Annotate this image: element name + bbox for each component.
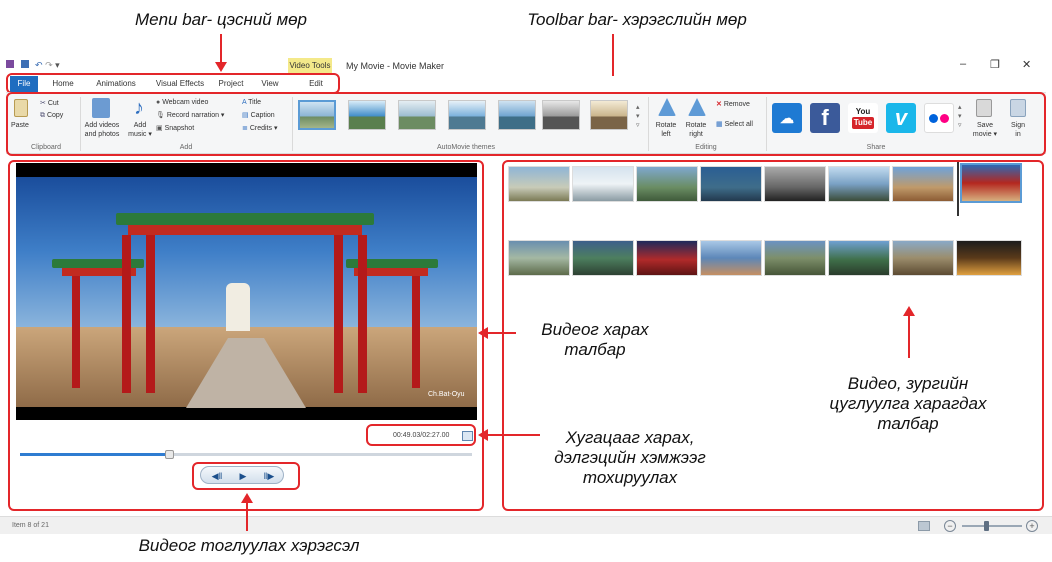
- zoom-slider[interactable]: [962, 525, 1022, 527]
- save-icon[interactable]: [20, 60, 29, 68]
- maximize-button[interactable]: ❐: [990, 58, 1000, 71]
- menu-bar-caption: Menu bar- цэсний мөр: [134, 10, 308, 29]
- playback-highlight: [192, 462, 300, 490]
- storyboard-view-icon[interactable]: [918, 521, 930, 531]
- zoom-out-icon[interactable]: −: [944, 520, 956, 532]
- player-tools-caption: Видеог тоглуулах хэрэгсэл: [138, 536, 360, 555]
- gallery-caption-line: цуглуулга харагдах: [829, 394, 987, 413]
- video-tools-context-tab: Video Tools: [288, 58, 332, 74]
- gallery-arrow-shaft: [908, 314, 910, 358]
- status-bar: Item 8 of 21 − +: [0, 516, 1052, 534]
- app-icon: [6, 60, 14, 68]
- redo-icon[interactable]: ↷: [45, 60, 53, 70]
- video-view-caption-line: талбар: [564, 340, 626, 359]
- zoom-slider-thumb[interactable]: [984, 521, 989, 531]
- gallery-caption-line: талбар: [877, 414, 939, 433]
- player-arrow-shaft: [246, 501, 248, 531]
- status-item-count: Item 8 of 21: [12, 522, 49, 529]
- preview-arrow-shaft: [486, 332, 516, 334]
- customize-qat-icon[interactable]: ▾: [55, 60, 60, 70]
- video-view-caption: Видеог харах талбар: [520, 320, 670, 360]
- preview-arrow-head: [478, 327, 488, 339]
- toolbar-highlight: [6, 92, 1046, 156]
- gallery-caption-line: Видео, зургийн: [847, 374, 969, 393]
- time-caption-line: дэлгэцийн хэмжээг: [554, 448, 706, 467]
- time-caption: Хугацааг харах, дэлгэцийн хэмжээг тохиру…: [520, 428, 740, 488]
- toolbar-caption: Toolbar bar- хэрэгслийн мөр: [527, 10, 747, 29]
- time-caption-line: тохируулах: [582, 468, 678, 487]
- timecode-arrow-head: [478, 429, 488, 441]
- quick-access-toolbar[interactable]: ↶ ↷ ▾: [6, 60, 60, 71]
- minimize-button[interactable]: –: [960, 58, 966, 70]
- timecode-highlight: [366, 424, 476, 446]
- title-bar: ↶ ↷ ▾ Video Tools My Movie - Movie Maker…: [0, 58, 1052, 74]
- preview-panel-highlight: [8, 160, 484, 511]
- gallery-caption: Видео, зургийн цуглуулга харагдах талбар: [808, 374, 1008, 434]
- close-button[interactable]: ✕: [1022, 58, 1031, 71]
- undo-icon[interactable]: ↶: [35, 60, 43, 70]
- window-title: My Movie - Movie Maker: [346, 61, 445, 71]
- zoom-in-icon[interactable]: +: [1026, 520, 1038, 532]
- menu-bar-highlight: [6, 73, 340, 94]
- time-caption-line: Хугацааг харах,: [565, 428, 695, 447]
- video-view-caption-line: Видеог харах: [541, 320, 649, 339]
